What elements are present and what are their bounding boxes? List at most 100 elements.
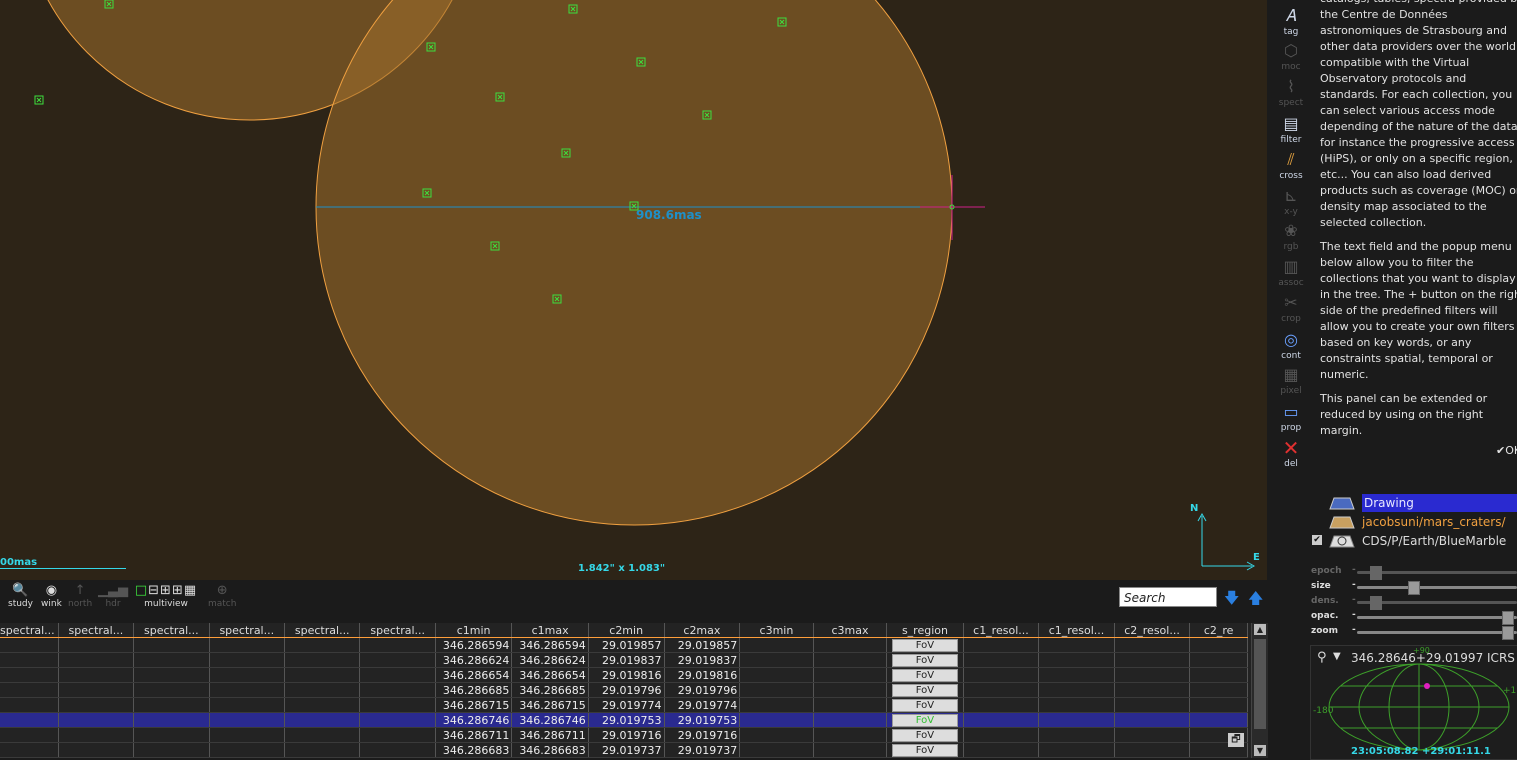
scroll-thumb[interactable] xyxy=(1254,639,1266,729)
table-row[interactable]: 346.286624 346.286624 29.019837 29.019837 Fo… xyxy=(0,652,1248,668)
tool-del[interactable]: ✕ del xyxy=(1267,437,1315,471)
column-header[interactable]: c2_resol... xyxy=(1114,623,1191,638)
table-cell: FoV xyxy=(886,742,964,758)
table-row[interactable]: 346.286654 346.286654 29.019816 29.019816 Fo… xyxy=(0,667,1248,683)
match-button[interactable]: ⊕ match xyxy=(208,583,236,609)
table-cell xyxy=(963,637,1040,653)
source-marker-cross xyxy=(36,97,42,103)
prev-up-icon[interactable]: 🡅 xyxy=(1248,588,1263,613)
table-cell: 346.286654 xyxy=(511,667,589,683)
tool-filter[interactable]: ▤ filter xyxy=(1267,113,1315,147)
tool-spect[interactable]: ⌇ spect xyxy=(1267,76,1315,110)
column-header[interactable]: spectral... xyxy=(359,623,436,638)
density-slider[interactable]: dens. - xyxy=(1310,595,1517,610)
layer-mars-craters[interactable]: jacobsuni/mars_craters/ xyxy=(1310,513,1517,531)
column-header[interactable]: s_region xyxy=(886,623,964,638)
zoom-slider[interactable]: zoom - xyxy=(1310,625,1517,640)
column-header[interactable]: c1_resol... xyxy=(963,623,1040,638)
column-header[interactable]: c2min xyxy=(588,623,665,638)
allsky-map xyxy=(1328,663,1510,751)
tool-tag[interactable]: 𝐴tag xyxy=(1267,5,1315,39)
column-header[interactable]: c3max xyxy=(813,623,888,638)
column-header[interactable]: c3min xyxy=(739,623,814,638)
table-cell xyxy=(963,727,1040,743)
wink-button[interactable]: ◉ wink xyxy=(41,583,62,609)
opacity-slider[interactable]: opac. - xyxy=(1310,610,1517,625)
layer-visible-checkbox[interactable]: ✔ xyxy=(1312,535,1322,545)
north-button[interactable]: ↑ north xyxy=(68,583,92,609)
epoch-slider[interactable]: epoch - xyxy=(1310,565,1517,580)
column-header[interactable]: spectral... xyxy=(209,623,286,638)
table-cell xyxy=(1114,727,1191,743)
column-header[interactable]: c1max xyxy=(511,623,589,638)
table-cell xyxy=(58,637,135,653)
table-cell xyxy=(739,682,814,698)
table-row[interactable]: 346.286711 346.286711 29.019716 29.019716 Fo… xyxy=(0,727,1248,743)
fov-button[interactable]: FoV xyxy=(891,744,958,757)
table-cell xyxy=(133,697,210,713)
fov-button[interactable]: FoV xyxy=(891,654,958,667)
fov-button[interactable]: FoV xyxy=(891,684,958,697)
scroll-down-icon[interactable]: ▼ xyxy=(1254,745,1266,756)
column-header[interactable]: c1min xyxy=(435,623,513,638)
multiview-icon: □⊟⊞⊞▦ xyxy=(134,583,198,598)
restore-icon[interactable]: 🗗 xyxy=(1228,733,1244,747)
table-cell xyxy=(359,727,436,743)
tool-cont[interactable]: ◎ cont xyxy=(1267,329,1315,363)
table-cell xyxy=(0,742,59,758)
tool-assoc[interactable]: ▥ assoc xyxy=(1267,256,1315,290)
sky-view[interactable]: 908.6mas 00mas 1.842" x 1.083" N E xyxy=(0,0,1267,580)
table-row[interactable]: 346.286746 346.286746 29.019753 29.019753 Fo… xyxy=(0,712,1248,728)
tool-prop[interactable]: ▭ prop xyxy=(1267,401,1315,435)
fov-button[interactable]: FoV xyxy=(891,699,958,712)
scroll-up-icon[interactable]: ▲ xyxy=(1254,624,1266,635)
tool-crop[interactable]: ✂ crop xyxy=(1267,292,1315,326)
tool-xy[interactable]: ⊾ x-y xyxy=(1267,185,1315,219)
multiview-button[interactable]: □⊟⊞⊞▦ multiview xyxy=(125,583,207,609)
table-cell xyxy=(58,652,135,668)
tag-icon: 𝐴 xyxy=(1285,6,1297,25)
table-row[interactable]: 346.286683 346.286683 29.019737 29.019737 Fo… xyxy=(0,742,1248,758)
study-button[interactable]: 🔍 study xyxy=(8,583,33,609)
column-header[interactable]: c1_resol... xyxy=(1038,623,1115,638)
rgb-icon: ❀ xyxy=(1284,221,1298,240)
fov-button[interactable]: FoV xyxy=(891,714,958,727)
tool-moc[interactable]: ⬡ moc xyxy=(1267,40,1315,74)
layer-drawing[interactable]: Drawing xyxy=(1310,494,1517,512)
fov-button[interactable]: FoV xyxy=(891,729,958,742)
table-cell xyxy=(963,742,1040,758)
ok-button[interactable]: ✔OK xyxy=(1496,443,1517,459)
table-cell xyxy=(359,637,436,653)
table-scrollbar[interactable]: ▲ ▼ xyxy=(1251,623,1268,758)
table-cell: 346.286624 xyxy=(435,652,513,668)
fov-button[interactable]: FoV xyxy=(891,669,958,682)
column-header[interactable]: spectral... xyxy=(284,623,361,638)
table-cell: FoV xyxy=(886,637,964,653)
hdr-button[interactable]: ▁▃▅ hdr xyxy=(98,583,128,609)
fov-button[interactable]: FoV xyxy=(891,639,958,652)
image-layer-icon xyxy=(1329,535,1355,548)
column-header[interactable]: c2_re xyxy=(1189,623,1248,638)
table-row[interactable]: 346.286685 346.286685 29.019796 29.019796 Fo… xyxy=(0,682,1248,698)
search-input[interactable]: Search xyxy=(1119,587,1217,607)
table-cell xyxy=(963,652,1040,668)
table-cell xyxy=(1114,652,1191,668)
table-cell xyxy=(209,712,286,728)
match-icon: ⊕ xyxy=(216,583,228,598)
column-header[interactable]: spectral... xyxy=(58,623,135,638)
column-header[interactable]: c2max xyxy=(664,623,741,638)
sky-locator[interactable]: ⚲ ▼ 346.28646+29.01997 ICRS -180 +1 +90 … xyxy=(1310,645,1517,760)
tool-pixel[interactable]: ▦ pixel xyxy=(1267,364,1315,398)
column-header[interactable]: spectral... xyxy=(0,623,59,638)
table-cell xyxy=(133,712,210,728)
measurement-table[interactable]: spectral... spectral... spectral... spectra… xyxy=(0,623,1251,758)
tool-cross[interactable]: ⫽ cross xyxy=(1267,149,1315,183)
table-row[interactable]: 346.286715 346.286715 29.019774 29.019774 Fo… xyxy=(0,697,1248,713)
layer-bluemarble[interactable]: ✔ CDS/P/Earth/BlueMarble xyxy=(1310,532,1517,550)
tool-rgb[interactable]: ❀ rgb xyxy=(1267,220,1315,254)
next-down-icon[interactable]: 🡇 xyxy=(1224,588,1239,613)
table-cell xyxy=(1038,727,1115,743)
size-slider[interactable]: size - xyxy=(1310,580,1517,595)
table-row[interactable]: 346.286594 346.286594 29.019857 29.019857 Fo… xyxy=(0,637,1248,653)
column-header[interactable]: spectral... xyxy=(133,623,210,638)
